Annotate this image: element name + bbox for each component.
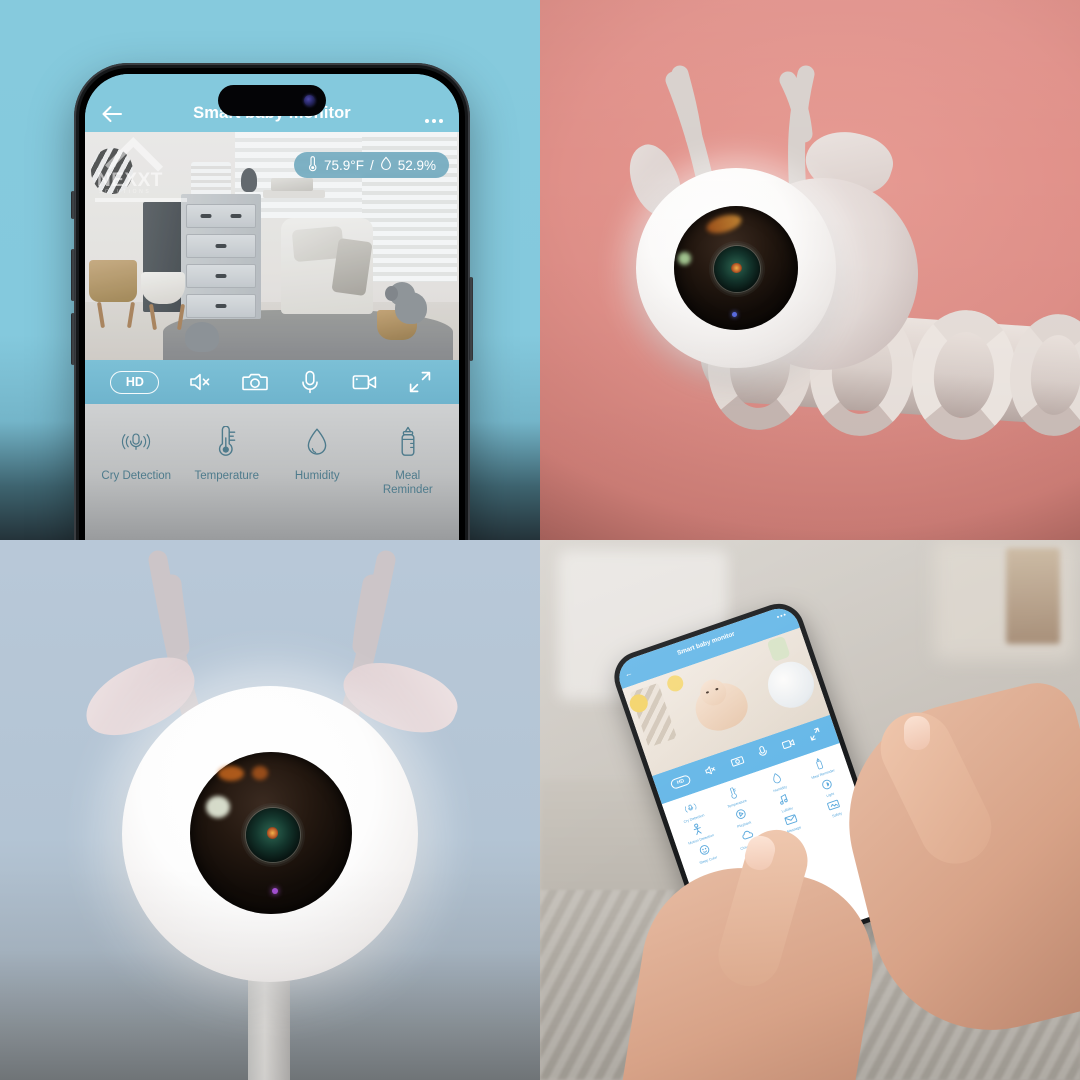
- fingernail: [904, 716, 930, 750]
- record-button[interactable]: [780, 734, 798, 755]
- panel-hands-phone: ← Smart baby monitor ••• 75.: [540, 540, 1080, 1080]
- feature-label: Safety: [831, 811, 843, 819]
- snapshot-button[interactable]: [241, 370, 269, 394]
- phone-mockup: Smart baby monitor: [71, 63, 473, 540]
- mute-toggle[interactable]: [186, 370, 214, 394]
- phone-power-button[interactable]: [469, 277, 473, 361]
- front-camera-icon: [304, 95, 315, 106]
- baby-bottle-icon: [393, 426, 423, 458]
- camera-lens: [246, 808, 300, 862]
- product-collage: Smart baby monitor: [0, 0, 1080, 1080]
- dynamic-island: [218, 85, 326, 116]
- phone-screen: Smart baby monitor: [85, 74, 459, 540]
- snapshot-button[interactable]: [729, 752, 747, 773]
- lens-flare-orange-2: [252, 766, 268, 780]
- feature-meal-reminder[interactable]: Meal Reminder: [363, 426, 454, 497]
- phone-mute-switch[interactable]: [71, 191, 75, 219]
- fullscreen-button[interactable]: [406, 370, 434, 394]
- panel-camera-on-mount: [540, 0, 1080, 540]
- baby-camera-device-front: [30, 540, 510, 1020]
- camera-lens: [714, 246, 760, 292]
- more-options-button[interactable]: [417, 119, 443, 123]
- lens-flare-orange-1: [218, 766, 244, 781]
- background-shelf-object: [1006, 548, 1060, 644]
- water-drop-icon: [302, 426, 332, 458]
- value-separator: /: [369, 157, 374, 173]
- dot-1: [425, 119, 429, 123]
- back-button[interactable]: [101, 105, 127, 123]
- mute-toggle[interactable]: [702, 761, 719, 782]
- phone-volume-down[interactable]: [71, 313, 75, 365]
- feature-label: Temperature: [194, 470, 260, 482]
- status-led: [272, 888, 278, 894]
- status-led: [732, 312, 737, 317]
- dot-3: [439, 119, 443, 123]
- environment-readout-pill: 75.9°F / 52.9%: [294, 152, 449, 178]
- panel-app-screenshot: Smart baby monitor: [0, 0, 540, 540]
- humidity-value: 52.9%: [397, 157, 436, 173]
- record-button[interactable]: [351, 370, 379, 394]
- temperature-value: 75.9°F: [324, 157, 364, 173]
- phone-volume-up[interactable]: [71, 249, 75, 301]
- feature-label: Light: [825, 791, 835, 799]
- feature-temperature[interactable]: Temperature: [182, 426, 273, 497]
- feature-label: Meal Reminder: [382, 470, 433, 496]
- more-options-button[interactable]: •••: [776, 611, 788, 621]
- feature-label: Humidity: [294, 470, 340, 482]
- fullscreen-button[interactable]: [807, 725, 823, 746]
- hd-quality-toggle[interactable]: HD: [110, 370, 160, 394]
- talk-button[interactable]: [296, 370, 324, 394]
- panel-camera-front: [0, 540, 540, 1080]
- water-drop-icon: [380, 156, 392, 174]
- feature-shortcut-grid: Cry Detection Temperature Humidity Meal …: [85, 404, 459, 540]
- thermometer-icon: [307, 155, 318, 175]
- cry-detection-icon: [121, 426, 151, 458]
- dot-2: [432, 119, 436, 123]
- lens-flare-green: [678, 252, 691, 265]
- feature-cry-detection[interactable]: Cry Detection: [91, 426, 182, 497]
- feature-humidity[interactable]: Humidity: [272, 426, 363, 497]
- video-control-bar: HD: [85, 360, 459, 404]
- feature-label: Cry Detection: [101, 470, 172, 482]
- talk-button[interactable]: [756, 744, 770, 764]
- thermometer-icon: [212, 426, 242, 458]
- baby-camera-device: [598, 26, 958, 406]
- live-video-feed[interactable]: NEXXT SOLUTIONS 75.9°F / 52.9%: [85, 132, 459, 360]
- lens-flare-white: [206, 796, 230, 818]
- hd-quality-toggle[interactable]: HD: [669, 774, 692, 790]
